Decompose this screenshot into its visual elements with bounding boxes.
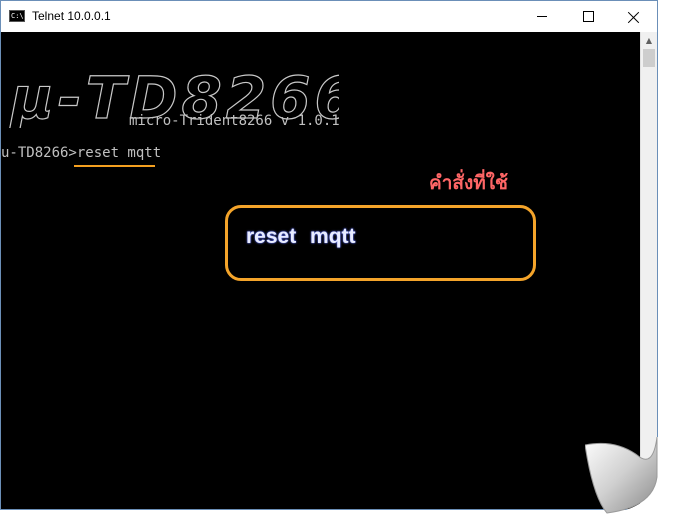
title-bar[interactable]: C:\ Telnet 10.0.0.1 bbox=[1, 1, 657, 32]
page-curl-decoration bbox=[585, 437, 674, 527]
console-area[interactable]: μ-TD8266 micro-Trident8266 v 1.0.1 u-TD8… bbox=[1, 32, 640, 509]
typed-command: reset mqtt bbox=[76, 145, 162, 161]
minimize-icon bbox=[537, 16, 547, 17]
minimize-button[interactable] bbox=[519, 1, 565, 32]
scroll-thumb[interactable] bbox=[643, 49, 655, 67]
annotation-text: reset mqtt bbox=[246, 225, 356, 248]
console-icon: C:\ bbox=[9, 10, 25, 22]
close-icon bbox=[628, 11, 640, 23]
close-button[interactable] bbox=[611, 1, 657, 32]
telnet-window: C:\ Telnet 10.0.0.1 μ-TD8266 micro-Tride… bbox=[0, 0, 658, 510]
annotation-label: คำสั่งที่ใช้ bbox=[429, 172, 508, 194]
scroll-up-arrow-icon[interactable]: ▲ bbox=[641, 32, 657, 48]
maximize-button[interactable] bbox=[565, 1, 611, 32]
prompt-line: u-TD8266>reset mqtt bbox=[1, 145, 161, 161]
maximize-icon bbox=[582, 11, 594, 22]
command-underline bbox=[74, 165, 155, 167]
version-line: micro-Trident8266 v 1.0.1 bbox=[129, 113, 340, 129]
window-title: Telnet 10.0.0.1 bbox=[32, 9, 111, 23]
prompt: u-TD8266> bbox=[1, 145, 77, 161]
